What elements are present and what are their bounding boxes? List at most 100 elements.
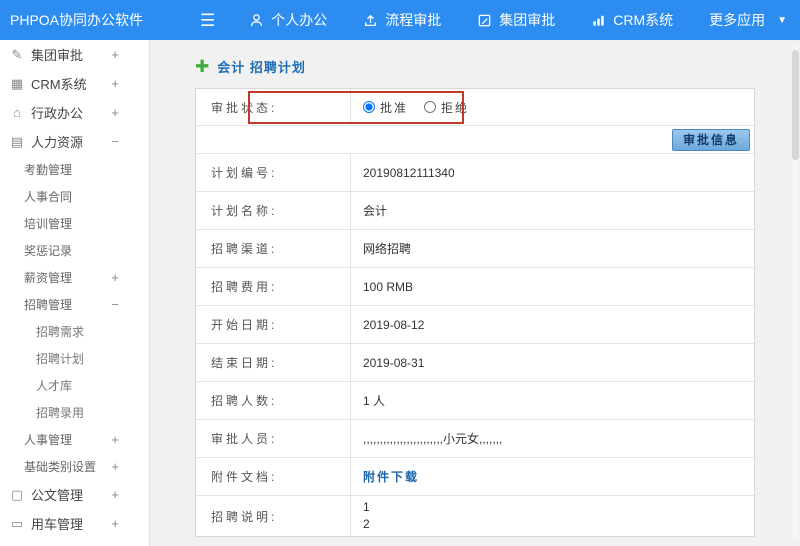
page-title: 会计 招聘计划 xyxy=(217,59,306,75)
hamburger-icon[interactable]: ☰ xyxy=(200,12,215,29)
approval-info-button[interactable]: 审批信息 xyxy=(671,128,750,151)
sidebar-item[interactable]: 招聘管理 − xyxy=(0,291,149,318)
field-label: 计划名称: xyxy=(196,192,351,229)
app-title: PHPOA协同办公软件 xyxy=(10,12,144,28)
expand-toggle[interactable]: + xyxy=(111,47,119,62)
car-icon: ▭ xyxy=(10,515,24,531)
add-icon: ✚ xyxy=(195,56,210,76)
approve-radio[interactable] xyxy=(363,101,375,113)
nav-group-approval[interactable]: 集团审批 xyxy=(477,10,555,30)
hr-icon: ▤ xyxy=(10,133,24,149)
person-icon xyxy=(249,13,264,28)
expand-toggle[interactable]: + xyxy=(111,76,119,91)
top-nav: 个人办公 流程审批 集团审批 CRM系统 更多应用 ▼ xyxy=(249,10,787,30)
field-label: 计划编号: xyxy=(196,154,351,191)
page-scrollbar[interactable] xyxy=(792,46,799,540)
sidebar-item[interactable]: ✎ 集团审批 + xyxy=(0,40,149,69)
sidebar-item[interactable]: 人事合同 xyxy=(0,183,149,210)
chart-icon: ▦ xyxy=(10,75,24,91)
field-label: 招聘人数: xyxy=(196,382,351,419)
sidebar-item-label: 招聘管理 xyxy=(24,298,73,312)
expand-toggle[interactable]: + xyxy=(111,432,119,447)
approval-status-row: 审批状态: 批准 拒绝 xyxy=(196,89,754,126)
field-row: 审批人员: ,,,,,,,,,,,,,,,,,,,,,,,,小元女,,,,,,, xyxy=(196,420,754,458)
sidebar-item[interactable]: ▤ 人力资源 − xyxy=(0,127,149,156)
sidebar-item[interactable]: ▦ CRM系统 + xyxy=(0,69,149,98)
sidebar-item[interactable]: 考勤管理 xyxy=(0,156,149,183)
field-label: 结束日期: xyxy=(196,344,351,381)
sidebar-item-label: 招聘需求 xyxy=(36,325,85,339)
field-value-cell: 2019-08-12 xyxy=(351,306,754,343)
attachment-download-link[interactable]: 附件下载 xyxy=(363,468,419,485)
sidebar-item-label: 人才库 xyxy=(36,379,73,393)
nav-more-apps[interactable]: 更多应用 ▼ xyxy=(709,10,787,30)
sidebar-item[interactable]: 基础类别设置 + xyxy=(0,453,149,480)
sidebar-item[interactable]: 人事管理 + xyxy=(0,426,149,453)
field-value-cell: 会计 xyxy=(351,192,754,229)
sidebar-item-label: 奖惩记录 xyxy=(24,244,73,258)
expand-toggle[interactable]: + xyxy=(111,516,119,531)
sidebar-item-label: 考勤管理 xyxy=(24,163,73,177)
radio-option-reject[interactable]: 拒绝 xyxy=(424,99,469,116)
expand-toggle[interactable]: − xyxy=(111,134,119,149)
expand-toggle[interactable]: + xyxy=(111,105,119,120)
sidebar-item[interactable]: 培训管理 xyxy=(0,210,149,237)
nav-crm-system[interactable]: CRM系统 xyxy=(591,10,673,30)
sidebar-item-label: 集团审批 xyxy=(31,48,84,63)
expand-toggle[interactable]: − xyxy=(111,297,119,312)
sidebar-item[interactable]: ▢ 公文管理 + xyxy=(0,480,149,509)
expand-toggle[interactable]: + xyxy=(111,270,119,285)
radio-label: 拒绝 xyxy=(441,100,470,115)
field-value: 20190812111340 xyxy=(363,165,455,180)
field-value-cell: 1 人 xyxy=(351,382,754,419)
nav-workflow-approval[interactable]: 流程审批 xyxy=(363,10,441,30)
field-value: 会计 xyxy=(363,204,388,218)
document-icon: ▢ xyxy=(10,486,24,502)
sidebar-item[interactable]: 人才库 xyxy=(0,372,149,399)
sidebar: ✎ 集团审批 + ▦ CRM系统 + ⌂ 行政办公 + ▤ 人力资源 − 考勤管理 人事合同 培训管理 奖惩记… xyxy=(0,40,150,546)
sidebar-item[interactable]: 薪资管理 + xyxy=(0,264,149,291)
office-icon: ⌂ xyxy=(13,105,21,120)
nav-label: 集团审批 xyxy=(499,12,556,28)
sidebar-item-label: 用车管理 xyxy=(31,517,84,532)
sidebar-item[interactable]: 招聘计划 xyxy=(0,345,149,372)
sidebar-item-label: 人力资源 xyxy=(31,135,84,150)
radio-option-approve[interactable]: 批准 xyxy=(363,99,408,116)
field-row: 计划编号: 20190812111340 xyxy=(196,154,754,192)
field-label: 审批人员: xyxy=(196,420,351,457)
field-value-cell: 20190812111340 xyxy=(351,154,754,191)
field-row: 招聘说明: 1 2 xyxy=(196,496,754,536)
sidebar-item[interactable]: ⌂ 行政办公 + xyxy=(0,98,149,127)
reject-radio[interactable] xyxy=(424,101,437,113)
field-label: 招聘说明: xyxy=(196,496,351,536)
sidebar-item[interactable]: 招聘录用 xyxy=(0,399,149,426)
field-value: 1 2 xyxy=(363,500,370,531)
caret-down-icon: ▼ xyxy=(777,14,788,26)
scrollbar-thumb[interactable] xyxy=(792,50,799,160)
sidebar-item-label: 人事管理 xyxy=(24,433,73,447)
page-title-row: ✚ 会计 招聘计划 xyxy=(195,54,790,78)
sidebar-item[interactable]: 招聘需求 xyxy=(0,318,149,345)
field-label: 开始日期: xyxy=(196,306,351,343)
sidebar-item-label: 人事合同 xyxy=(24,190,73,204)
radio-label: 批准 xyxy=(380,100,409,115)
expand-toggle[interactable]: + xyxy=(111,487,119,502)
sidebar-item-label: 基础类别设置 xyxy=(24,460,97,474)
field-row: 招聘人数: 1 人 xyxy=(196,382,754,420)
nav-label: 更多应用 xyxy=(709,12,766,28)
field-row: 计划名称: 会计 xyxy=(196,192,754,230)
sidebar-item[interactable]: ▭ 用车管理 + xyxy=(0,509,149,538)
expand-toggle[interactable]: + xyxy=(111,459,119,474)
approval-radio-group: 批准 拒绝 xyxy=(351,89,754,125)
nav-personal-office[interactable]: 个人办公 xyxy=(249,10,327,30)
sidebar-item-label: 薪资管理 xyxy=(24,271,73,285)
workflow-icon xyxy=(363,13,378,28)
field-value-cell: 100 RMB xyxy=(351,268,754,305)
sidebar-item-label: 行政办公 xyxy=(31,106,84,121)
field-value-cell: 1 2 xyxy=(351,496,754,536)
recruitment-plan-form: 审批状态: 批准 拒绝 审批信息 计划编号: 20190812111340 计划名称… xyxy=(195,88,755,537)
sidebar-item-label: 招聘计划 xyxy=(36,352,85,366)
field-row: 招聘渠道: 网络招聘 xyxy=(196,230,754,268)
sidebar-item[interactable]: 奖惩记录 xyxy=(0,237,149,264)
sidebar-item-label: 招聘录用 xyxy=(36,406,85,420)
